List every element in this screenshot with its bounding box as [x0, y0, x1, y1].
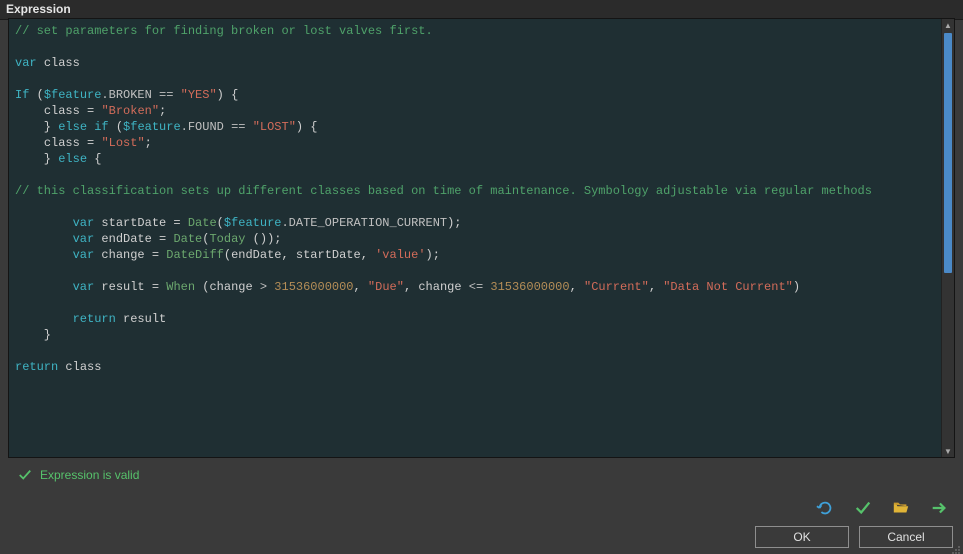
export-arrow-icon[interactable]: [929, 498, 949, 518]
code-ident: startDate: [101, 216, 166, 230]
code-string: "LOST": [253, 120, 296, 134]
validation-message: Expression is valid: [40, 468, 139, 482]
code-global: $feature: [123, 120, 181, 134]
revert-icon[interactable]: [815, 498, 835, 518]
code-ident: change: [418, 280, 461, 294]
code-ident: endDate: [101, 232, 151, 246]
code-string: "Current": [584, 280, 649, 294]
code-ident: class: [44, 104, 80, 118]
code-string: "Lost": [101, 136, 144, 150]
resize-grip-icon[interactable]: [951, 542, 961, 552]
code-func: Date: [173, 232, 202, 246]
code-string: "YES": [181, 88, 217, 102]
code-keyword: return: [15, 360, 58, 374]
code-keyword: return: [73, 312, 116, 326]
code-keyword: if: [94, 120, 108, 134]
expression-editor[interactable]: // set parameters for finding broken or …: [8, 18, 955, 458]
validate-icon[interactable]: [853, 498, 873, 518]
open-folder-icon[interactable]: [891, 498, 911, 518]
code-content[interactable]: // set parameters for finding broken or …: [9, 19, 954, 379]
code-func: Today: [209, 232, 245, 246]
scrollbar-thumb[interactable]: [944, 33, 952, 273]
code-ident: class: [44, 56, 80, 70]
ok-button[interactable]: OK: [755, 526, 849, 548]
editor-toolbar: [815, 498, 949, 518]
window-title: Expression: [0, 0, 963, 20]
scroll-down-arrow-icon[interactable]: ▼: [942, 445, 954, 457]
code-op: ==: [231, 120, 245, 134]
code-ident: result: [123, 312, 166, 326]
code-ident: change: [101, 248, 144, 262]
code-ident: class: [65, 360, 101, 374]
code-keyword: If: [15, 88, 29, 102]
code-keyword: else: [58, 120, 87, 134]
code-comment: // set parameters for finding broken or …: [15, 24, 433, 38]
code-prop: .BROKEN: [101, 88, 151, 102]
code-keyword: var: [73, 280, 95, 294]
code-string: "Due": [368, 280, 404, 294]
code-number: 31536000000: [490, 280, 569, 294]
code-number: 31536000000: [274, 280, 353, 294]
code-ident: endDate: [231, 248, 281, 262]
code-ident: change: [209, 280, 252, 294]
code-ident: result: [101, 280, 144, 294]
code-global: $feature: [224, 216, 282, 230]
editor-scrollbar[interactable]: ▲ ▼: [941, 19, 954, 457]
code-comment: // this classification sets up different…: [15, 184, 872, 198]
dialog-buttons: OK Cancel: [755, 526, 953, 548]
code-op: ==: [159, 88, 173, 102]
validation-status: Expression is valid: [18, 468, 139, 482]
scroll-up-arrow-icon[interactable]: ▲: [942, 19, 954, 31]
code-string: "Data Not Current": [663, 280, 793, 294]
editor-container: // set parameters for finding broken or …: [8, 18, 955, 458]
code-func: DateDiff: [166, 248, 224, 262]
check-icon: [18, 468, 32, 482]
code-global: $feature: [44, 88, 102, 102]
code-keyword: else: [58, 152, 87, 166]
code-keyword: var: [73, 232, 95, 246]
code-ident: class: [44, 136, 80, 150]
code-prop: .FOUND: [181, 120, 224, 134]
code-op: >: [260, 280, 267, 294]
code-string: "Broken": [101, 104, 159, 118]
expression-dialog: Expression // set parameters for finding…: [0, 0, 963, 554]
code-prop: .DATE_OPERATION_CURRENT: [281, 216, 447, 230]
code-string: 'value': [375, 248, 425, 262]
code-keyword: var: [73, 248, 95, 262]
code-func: When: [166, 280, 195, 294]
code-keyword: var: [15, 56, 37, 70]
code-op: <=: [469, 280, 483, 294]
cancel-button[interactable]: Cancel: [859, 526, 953, 548]
code-func: Date: [188, 216, 217, 230]
code-ident: startDate: [296, 248, 361, 262]
code-keyword: var: [73, 216, 95, 230]
